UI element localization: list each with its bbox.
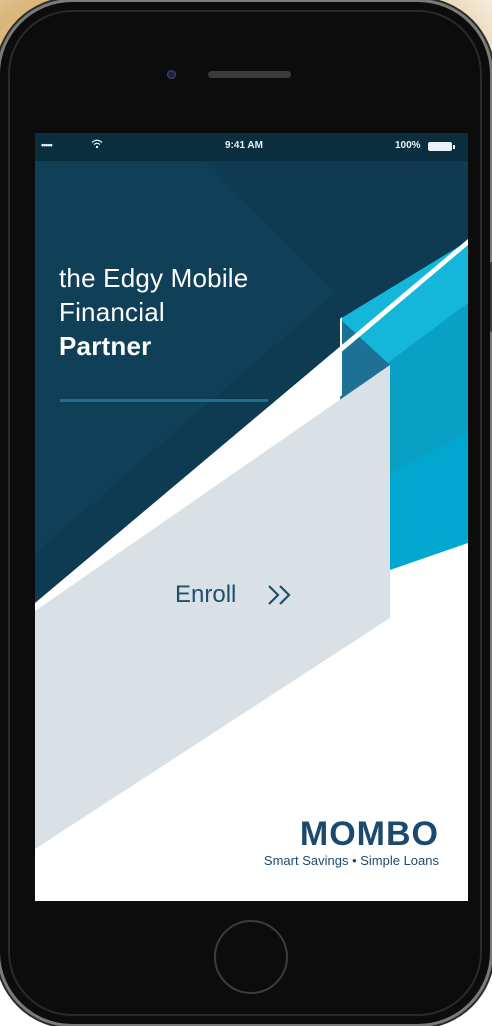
brand-logo: MOMBO Smart Savings • Simple Loans <box>221 817 439 868</box>
enroll-label: Enroll <box>175 581 237 608</box>
earpiece-speaker <box>208 71 291 78</box>
battery-percent: 100% <box>395 140 421 151</box>
headline-line-2: Financial <box>59 297 165 327</box>
signal-strength: ••••• <box>41 140 53 150</box>
double-chevron-right-icon <box>268 585 291 605</box>
phone-frame: ••••• 9:41 AM 100% the Edgy Mobile Finan… <box>0 2 492 1024</box>
status-bar: ••••• 9:41 AM 100% <box>35 133 468 161</box>
headline-divider <box>60 399 268 402</box>
headline-line-3: Partner <box>59 331 152 361</box>
wifi-icon <box>91 139 103 152</box>
home-button[interactable] <box>214 920 288 994</box>
white-edge <box>340 317 342 397</box>
headline-line-1: the Edgy Mobile <box>59 263 249 293</box>
enroll-button[interactable]: Enroll <box>175 581 294 609</box>
brand-tagline: Smart Savings • Simple Loans <box>263 853 439 868</box>
front-camera <box>167 70 176 79</box>
brand-name: MOMBO <box>299 815 439 853</box>
hero-artwork <box>35 161 468 849</box>
phone-screen: ••••• 9:41 AM 100% the Edgy Mobile Finan… <box>35 133 468 901</box>
battery-icon <box>428 142 455 151</box>
status-time: 9:41 AM <box>225 140 263 151</box>
hero-headline: the Edgy Mobile Financial Partner <box>59 261 248 363</box>
